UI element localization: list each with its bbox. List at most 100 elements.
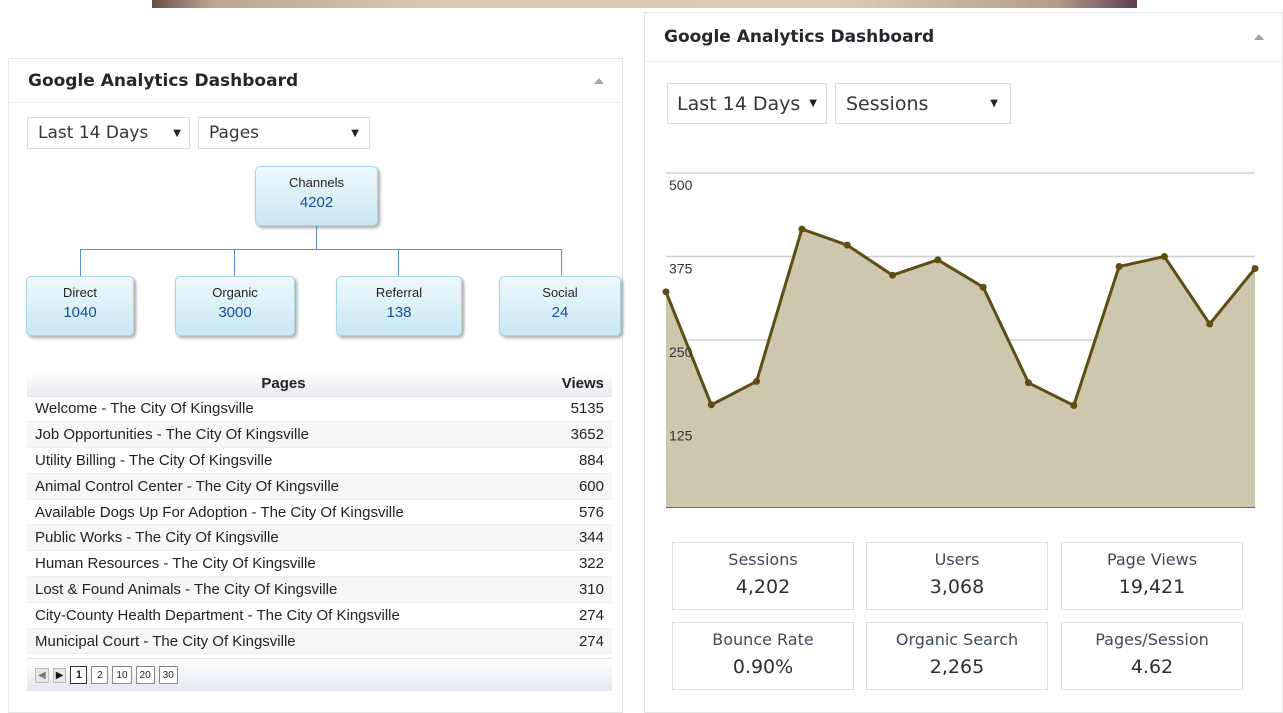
- page-title-cell: Welcome - The City Of Kingsville: [27, 396, 540, 423]
- table-row[interactable]: City-County Health Department - The City…: [27, 602, 612, 629]
- table-row[interactable]: Job Opportunities - The City Of Kingsvil…: [27, 421, 612, 449]
- page-button-30[interactable]: 30: [158, 666, 178, 684]
- widget-header: Google Analytics Dashboard: [9, 59, 622, 103]
- widget-title: Google Analytics Dashboard: [28, 70, 299, 91]
- data-point[interactable]: [979, 283, 987, 291]
- ga-dashboard-widget-right: Google Analytics Dashboard Last 14 Days …: [644, 12, 1283, 713]
- table-row[interactable]: Welcome - The City Of Kingsville 5135: [27, 396, 612, 423]
- data-point[interactable]: [889, 271, 897, 279]
- node-label: Social: [542, 285, 578, 300]
- header-banner-image: [152, 0, 1137, 8]
- node-label: Channels: [289, 175, 344, 190]
- data-point[interactable]: [1206, 320, 1214, 328]
- tree-node-social[interactable]: Social 24: [499, 276, 621, 336]
- tree-node-referral[interactable]: Referral 138: [336, 276, 462, 336]
- table-row[interactable]: Utility Billing - The City Of Kingsville…: [27, 447, 612, 474]
- stat-label: Organic Search: [895, 630, 1019, 649]
- stat-value: 4.62: [1130, 656, 1174, 678]
- stat-label: Sessions: [728, 550, 798, 569]
- views-cell: 600: [540, 473, 612, 500]
- area-fill: [666, 229, 1255, 507]
- period-select[interactable]: Last 14 Days ▼: [667, 83, 827, 124]
- page-title-cell: Animal Control Center - The City Of King…: [27, 473, 540, 500]
- data-point[interactable]: [1070, 401, 1078, 409]
- column-header-pages[interactable]: Pages: [27, 372, 540, 397]
- data-point[interactable]: [662, 288, 670, 296]
- views-cell: 3652: [540, 421, 612, 449]
- sessions-area-chart: 500 375 250 125: [662, 172, 1259, 508]
- page-button-10[interactable]: 10: [112, 666, 132, 684]
- table-row[interactable]: Lost & Found Animals - The City Of Kings…: [27, 576, 612, 603]
- data-point[interactable]: [798, 225, 806, 233]
- dropdown-arrow-icon: ▼: [351, 127, 359, 139]
- dropdown-arrow-icon: ▼: [173, 127, 181, 139]
- table-header-row: Pages Views: [27, 372, 612, 397]
- views-cell: 344: [540, 524, 612, 552]
- node-label: Organic: [212, 285, 258, 300]
- stat-card-users: Users 3,068: [866, 542, 1048, 610]
- tree-connector: [316, 226, 317, 250]
- page-button-1[interactable]: 1: [70, 666, 88, 684]
- pages-table: Pages Views Welcome - The City Of Kingsv…: [27, 372, 612, 655]
- report-select[interactable]: Pages ▼: [198, 117, 370, 149]
- tree-connector: [80, 249, 81, 276]
- stat-value: 4,202: [735, 576, 791, 598]
- views-cell: 310: [540, 576, 612, 603]
- tree-connector: [398, 249, 399, 276]
- table-row[interactable]: Available Dogs Up For Adoption - The Cit…: [27, 499, 612, 526]
- data-point[interactable]: [1024, 379, 1032, 387]
- period-select[interactable]: Last 14 Days ▼: [27, 117, 190, 149]
- data-point[interactable]: [934, 256, 942, 264]
- views-cell: 322: [540, 550, 612, 578]
- stat-value: 3,068: [929, 576, 985, 598]
- node-value: 1040: [63, 304, 97, 321]
- stat-value: 2,265: [929, 656, 985, 678]
- page-title-cell: City-County Health Department - The City…: [27, 602, 540, 629]
- node-label: Referral: [375, 285, 423, 300]
- widget-title: Google Analytics Dashboard: [664, 27, 935, 47]
- stat-label: Pages/Session: [1095, 630, 1209, 649]
- table-row[interactable]: Municipal Court - The City Of Kingsville…: [27, 628, 612, 655]
- tree-node-organic[interactable]: Organic 3000: [175, 276, 295, 336]
- views-cell: 5135: [540, 396, 612, 423]
- widget-header: Google Analytics Dashboard: [645, 13, 1282, 62]
- stat-value: 0.90%: [732, 656, 794, 678]
- table-pager: ◀ ▶ 1 2 10 20 30: [27, 658, 612, 691]
- stat-label: Page Views: [1106, 550, 1198, 569]
- page-title-cell: Municipal Court - The City Of Kingsville: [27, 628, 540, 655]
- views-cell: 274: [540, 628, 612, 655]
- collapse-arrow-icon[interactable]: [594, 77, 604, 84]
- period-select-value: Last 14 Days: [38, 123, 149, 143]
- data-point[interactable]: [753, 377, 761, 385]
- report-select-value: Pages: [209, 123, 260, 143]
- table-row[interactable]: Public Works - The City Of Kingsville 344: [27, 524, 612, 552]
- data-point[interactable]: [843, 241, 851, 249]
- column-header-views[interactable]: Views: [540, 372, 612, 397]
- tree-node-direct[interactable]: Direct 1040: [26, 276, 134, 336]
- tree-node-channels[interactable]: Channels 4202: [255, 166, 378, 226]
- period-select-value: Last 14 Days: [677, 92, 801, 115]
- page-title-cell: Utility Billing - The City Of Kingsville: [27, 447, 540, 474]
- dropdown-arrow-icon: ▼: [990, 98, 998, 109]
- views-cell: 274: [540, 602, 612, 629]
- next-page-icon[interactable]: ▶: [52, 667, 67, 683]
- page-button-20[interactable]: 20: [135, 666, 155, 684]
- stat-card-organic-search: Organic Search 2,265: [866, 622, 1048, 690]
- page-title-cell: Human Resources - The City Of Kingsville: [27, 550, 540, 578]
- y-tick-label: 375: [669, 261, 693, 277]
- node-label: Direct: [63, 285, 97, 300]
- table-row[interactable]: Human Resources - The City Of Kingsville…: [27, 550, 612, 578]
- collapse-arrow-icon[interactable]: [1254, 34, 1264, 40]
- data-point[interactable]: [707, 401, 715, 409]
- ga-dashboard-widget-left: Google Analytics Dashboard Last 14 Days …: [8, 58, 623, 713]
- data-point[interactable]: [1160, 253, 1168, 260]
- metric-select[interactable]: Sessions ▼: [835, 83, 1011, 124]
- table-row[interactable]: Animal Control Center - The City Of King…: [27, 473, 612, 500]
- stat-label: Bounce Rate: [712, 630, 814, 649]
- stat-card-page-views: Page Views 19,421: [1061, 542, 1243, 610]
- data-point[interactable]: [1251, 265, 1259, 273]
- page-button-2[interactable]: 2: [91, 666, 109, 684]
- data-point[interactable]: [1115, 263, 1123, 271]
- metric-select-value: Sessions: [846, 92, 929, 115]
- previous-page-icon[interactable]: ◀: [35, 667, 49, 683]
